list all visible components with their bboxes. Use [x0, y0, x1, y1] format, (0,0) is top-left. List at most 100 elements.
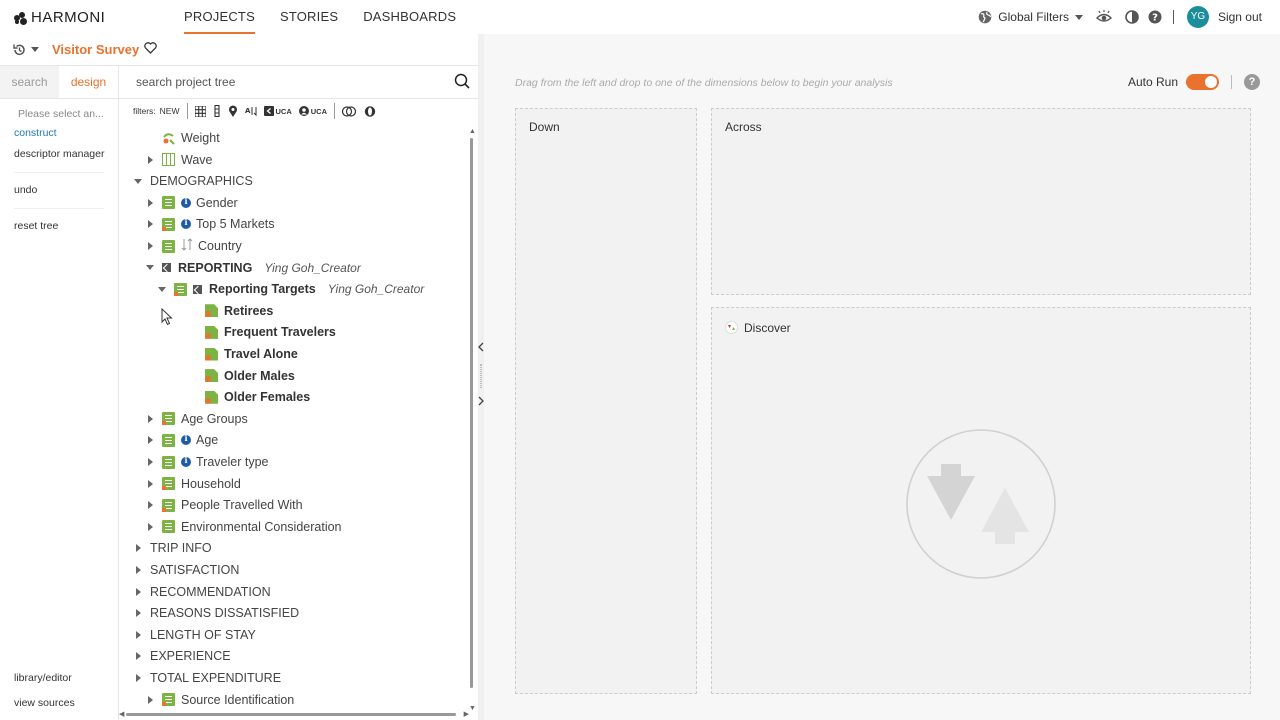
tab-search[interactable]: search — [0, 66, 59, 98]
scroll-thumb[interactable] — [126, 713, 456, 716]
construct-link[interactable]: construct — [0, 124, 118, 143]
auto-run-toggle[interactable] — [1186, 74, 1219, 90]
discover-drop-zone[interactable]: Discover — [711, 307, 1251, 694]
help-icon[interactable]: ? — [1148, 10, 1162, 24]
tree-search-input[interactable] — [136, 75, 436, 89]
search-icon[interactable] — [454, 73, 470, 92]
scroll-left-icon[interactable]: ◀ — [119, 710, 124, 718]
uca-filter-2-button[interactable]: UCA — [298, 106, 327, 116]
tree-node[interactable]: Older Males — [188, 366, 295, 386]
info-icon[interactable] — [181, 196, 191, 208]
heart-icon[interactable] — [144, 42, 157, 57]
nav-projects[interactable]: PROJECTS — [184, 0, 255, 34]
library-editor-link[interactable]: library/editor — [0, 666, 118, 691]
sort-az-icon[interactable]: A — [245, 105, 257, 117]
expand-caret-icon[interactable] — [145, 695, 155, 705]
tree-node[interactable]: Age Groups — [145, 409, 248, 429]
info-icon[interactable] — [181, 217, 191, 230]
collapse-caret-icon[interactable] — [157, 284, 167, 294]
tree-node[interactable]: Wave — [145, 150, 213, 170]
expand-caret-icon[interactable] — [133, 630, 143, 640]
tree-node[interactable]: Source Identification — [145, 690, 294, 710]
expand-caret-icon[interactable] — [133, 565, 143, 575]
expand-caret-icon[interactable] — [145, 198, 155, 208]
tree-node[interactable]: Gender — [145, 193, 238, 213]
tree-node[interactable]: Traveler type — [145, 452, 268, 472]
info-icon[interactable] — [181, 455, 191, 467]
nav-stories[interactable]: STORIES — [280, 0, 338, 34]
nav-dashboards[interactable]: DASHBOARDS — [363, 0, 456, 34]
info-icon[interactable] — [181, 433, 191, 446]
expand-caret-icon[interactable] — [145, 522, 155, 532]
column-filter-icon[interactable] — [213, 105, 221, 117]
expand-caret-icon[interactable] — [133, 587, 143, 597]
tree-node[interactable]: SATISFACTION — [133, 560, 239, 580]
tree-node[interactable]: REASONS DISSATISFIED — [133, 603, 299, 623]
chevron-down-icon[interactable] — [1074, 14, 1083, 20]
brand-logo[interactable]: HARMONI — [14, 9, 105, 26]
tree-node[interactable]: Environmental Consideration — [145, 517, 342, 537]
down-drop-zone[interactable]: Down — [515, 108, 697, 694]
uca-filter-1-button[interactable]: UCA — [263, 106, 292, 116]
tree-node[interactable]: TOTAL EXPENDITURE — [133, 668, 281, 688]
scroll-thumb[interactable] — [470, 138, 473, 688]
tree-node[interactable]: REPORTING Ying Goh_Creator — [145, 258, 361, 278]
tree-node[interactable]: Reporting Targets Ying Goh_Creator — [157, 279, 424, 299]
tree-node[interactable]: Household — [145, 474, 241, 494]
expand-caret-icon[interactable] — [145, 457, 155, 467]
undo-link[interactable]: undo — [0, 181, 118, 200]
eye-icon[interactable] — [1095, 10, 1112, 24]
reset-tree-link[interactable]: reset tree — [0, 217, 118, 236]
tree-node[interactable]: Frequent Travelers — [188, 322, 336, 342]
globe-icon[interactable] — [978, 10, 992, 24]
expand-caret-icon[interactable] — [133, 608, 143, 618]
tree-node[interactable]: Travel Alone — [188, 344, 298, 364]
drag-handle-icon[interactable] — [480, 364, 482, 388]
tree-node[interactable]: People Travelled With — [145, 495, 303, 515]
across-drop-zone[interactable]: Across — [711, 108, 1251, 295]
expand-caret-icon[interactable] — [145, 219, 155, 229]
help-icon[interactable]: ? — [1244, 74, 1260, 90]
invert-filter-icon[interactable] — [363, 105, 377, 117]
view-sources-link[interactable]: view sources — [0, 691, 118, 716]
tree-horizontal-scrollbar[interactable]: ◀ ▶ — [119, 710, 469, 720]
expand-caret-icon[interactable] — [145, 479, 155, 489]
expand-caret-icon[interactable] — [145, 414, 155, 424]
scroll-down-icon[interactable]: ▼ — [469, 705, 476, 712]
tree-node[interactable]: Country — [145, 236, 242, 256]
expand-caret-icon[interactable] — [145, 435, 155, 445]
tree-node[interactable]: DEMOGRAPHICS — [133, 171, 253, 191]
tree-node[interactable]: EXPERIENCE — [133, 646, 231, 666]
tree-node[interactable]: Weight — [145, 128, 220, 148]
expand-caret-icon[interactable] — [133, 673, 143, 683]
descriptor-manager-link[interactable]: descriptor manager — [0, 145, 118, 164]
tree-vertical-scrollbar[interactable]: ▲ ▼ — [469, 128, 476, 712]
history-dropdown[interactable] — [12, 43, 39, 57]
grid-filter-icon[interactable] — [194, 105, 206, 117]
contrast-icon[interactable] — [1125, 10, 1139, 24]
overlap-filter-icon[interactable] — [342, 105, 357, 117]
tree-node[interactable]: Older Females — [188, 387, 310, 407]
avatar[interactable]: YG — [1186, 6, 1209, 28]
expand-caret-icon[interactable] — [145, 155, 155, 165]
expand-caret-icon[interactable] — [145, 500, 155, 510]
tab-design[interactable]: design — [59, 66, 118, 98]
tree-node[interactable]: LENGTH OF STAY — [133, 625, 256, 645]
filter-new-button[interactable]: NEW — [160, 106, 180, 116]
tree-node[interactable]: Age — [145, 430, 218, 450]
expand-caret-icon[interactable] — [145, 241, 155, 251]
expand-caret-icon[interactable] — [133, 543, 143, 553]
sign-out-link[interactable]: Sign out — [1218, 10, 1262, 24]
location-pin-icon[interactable] — [228, 105, 238, 117]
expand-caret-icon[interactable] — [133, 651, 143, 661]
collapse-caret-icon[interactable] — [145, 263, 155, 273]
tree-node[interactable]: RECOMMENDATION — [133, 582, 271, 602]
global-filters-label[interactable]: Global Filters — [998, 10, 1069, 24]
tree-node[interactable]: Top 5 Markets — [145, 214, 275, 234]
tree-node[interactable]: Retirees — [188, 301, 273, 321]
scroll-up-icon[interactable]: ▲ — [469, 128, 476, 135]
tree-node-label: LENGTH OF STAY — [150, 627, 256, 642]
tree-node[interactable]: TRIP INFO — [133, 538, 212, 558]
scroll-right-icon[interactable]: ▶ — [464, 710, 469, 718]
collapse-caret-icon[interactable] — [133, 176, 143, 186]
